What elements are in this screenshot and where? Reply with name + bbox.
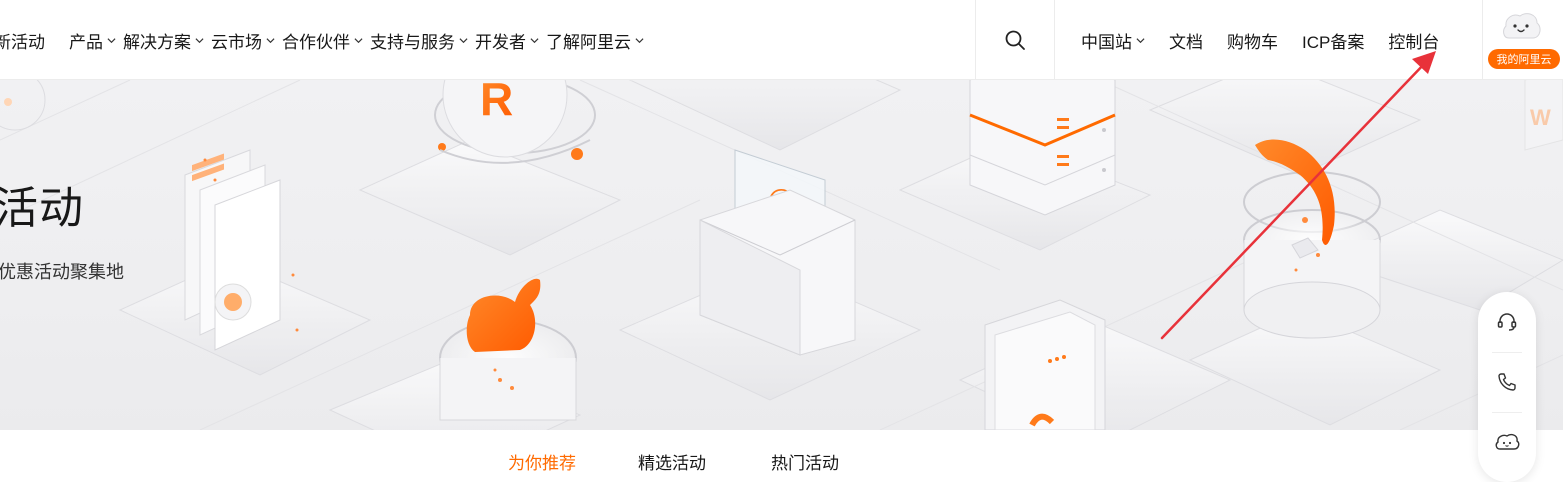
banner-illustration: R @ <box>0 80 1563 430</box>
tab-featured[interactable]: 精选活动 <box>638 449 706 474</box>
utility-nav: 中国站 文档 购物车 ICP备案 控制台 <box>1081 0 1439 80</box>
chevron-down-icon <box>459 37 468 43</box>
banner-title: 活动 <box>0 184 84 233</box>
docs-link[interactable]: 文档 <box>1169 28 1203 53</box>
icp-filing-label: ICP备案 <box>1302 32 1365 52</box>
nav-item-new-activity[interactable]: 新活动 <box>0 28 45 53</box>
svg-text:W: W <box>1530 105 1551 130</box>
cart-link[interactable]: 购物车 <box>1227 28 1278 53</box>
nav-item-label: 了解阿里云 <box>546 32 631 52</box>
nav-item-developers[interactable]: 开发者 <box>475 28 539 53</box>
chevron-down-icon <box>530 37 539 43</box>
phone-icon <box>1498 373 1516 391</box>
nav-item-label: 开发者 <box>475 32 526 52</box>
nav-item-label: 云市场 <box>211 32 262 52</box>
site-region-selector[interactable]: 中国站 <box>1081 28 1145 53</box>
chevron-down-icon <box>635 37 644 43</box>
user-account-menu[interactable]: 我的阿里云 <box>1482 0 1563 80</box>
tab-popular[interactable]: 热门活动 <box>771 449 839 474</box>
chevron-down-icon <box>1136 37 1145 43</box>
chevron-down-icon <box>195 37 204 43</box>
nav-item-partners[interactable]: 合作伙伴 <box>282 28 363 53</box>
phone-contact-button[interactable] <box>1478 352 1536 412</box>
chevron-down-icon <box>266 37 275 43</box>
nav-item-solutions[interactable]: 解决方案 <box>123 28 204 53</box>
smart-assistant-button[interactable] <box>1478 412 1536 472</box>
nav-item-products[interactable]: 产品 <box>69 28 116 53</box>
main-nav: 新活动 产品 解决方案 云市场 合作伙伴 支持与服务 开发者 了解阿里云 <box>0 0 651 80</box>
banner-subtitle: 优惠活动聚集地 <box>0 262 124 282</box>
cart-label: 购物车 <box>1227 32 1278 52</box>
console-link[interactable]: 控制台 <box>1388 28 1439 53</box>
chevron-down-icon <box>107 37 116 43</box>
activity-tabs: 为你推荐 精选活动 热门活动 <box>0 430 1563 473</box>
icp-filing-link[interactable]: ICP备案 <box>1302 28 1364 53</box>
search-button[interactable] <box>975 0 1055 80</box>
docs-label: 文档 <box>1169 32 1203 52</box>
floating-service-bar <box>1478 292 1536 482</box>
nav-item-marketplace[interactable]: 云市场 <box>211 28 275 53</box>
nav-item-label: 支持与服务 <box>370 32 455 52</box>
nav-item-label: 合作伙伴 <box>282 32 350 52</box>
my-aliyun-badge[interactable]: 我的阿里云 <box>1488 49 1560 69</box>
nav-item-about[interactable]: 了解阿里云 <box>546 28 644 53</box>
hero-banner: R @ <box>0 80 1563 430</box>
nav-item-label: 产品 <box>69 32 103 52</box>
top-navigation-bar: 新活动 产品 解决方案 云市场 合作伙伴 支持与服务 开发者 了解阿里云 中国站… <box>0 0 1563 80</box>
tab-recommended[interactable]: 为你推荐 <box>508 449 576 474</box>
chat-bot-icon <box>1495 433 1520 450</box>
nav-item-label: 新活动 <box>0 32 45 52</box>
search-icon <box>1005 30 1025 50</box>
online-support-button[interactable] <box>1478 292 1536 352</box>
nav-item-support[interactable]: 支持与服务 <box>370 28 468 53</box>
svg-text:R: R <box>480 80 513 125</box>
avatar <box>1503 13 1541 39</box>
chevron-down-icon <box>354 37 363 43</box>
headset-icon <box>1497 313 1517 331</box>
console-label: 控制台 <box>1388 32 1440 52</box>
site-region-label: 中国站 <box>1081 32 1132 52</box>
nav-item-label: 解决方案 <box>123 32 191 52</box>
